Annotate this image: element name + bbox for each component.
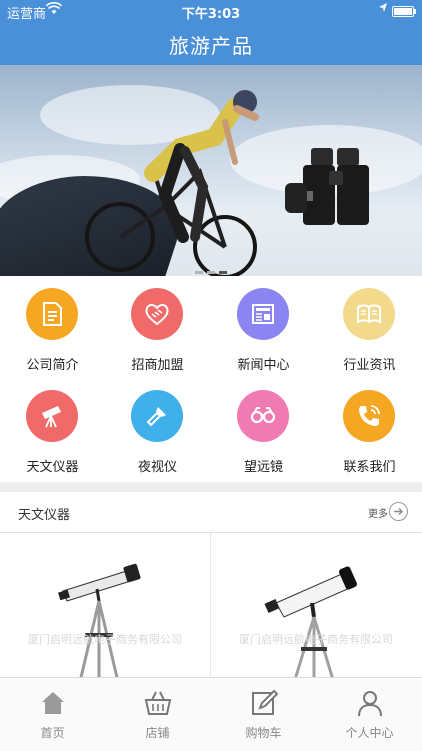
menu-item-franchise[interactable]: 招商加盟 — [105, 276, 210, 376]
tab-label: 店铺 — [145, 726, 170, 740]
carousel-dots[interactable] — [0, 259, 422, 276]
cyclist-image — [85, 90, 259, 276]
telescope-product-image — [58, 563, 141, 677]
arrow-right-icon[interactable] — [389, 502, 408, 521]
tab-label: 个人中心 — [345, 726, 394, 740]
home-icon — [39, 689, 67, 721]
category-menu: 公司简介 招商加盟 新闻中心 行业资讯 天文仪器 夜视仪 望远镜 联系我们 — [0, 276, 422, 482]
tab-cart[interactable]: 购物车 — [211, 678, 316, 751]
menu-item-industry-info[interactable]: 行业资讯 — [317, 276, 422, 376]
edit-icon — [250, 689, 279, 721]
menu-label: 新闻中心 — [237, 358, 290, 373]
menu-label: 联系我们 — [343, 460, 396, 475]
location-arrow-icon — [378, 2, 388, 18]
product-card[interactable]: 厦门启明远航电子商务有限公司 — [0, 533, 210, 677]
document-icon — [26, 288, 78, 340]
tab-home[interactable]: 首页 — [0, 678, 105, 751]
menu-item-contact[interactable]: 联系我们 — [317, 378, 422, 478]
tab-label: 首页 — [40, 726, 65, 740]
tab-profile[interactable]: 个人中心 — [317, 678, 422, 751]
carousel-dot[interactable] — [195, 271, 203, 274]
section-gap — [0, 482, 422, 492]
product-watermark: 厦门启明远航电子商务有限公司 — [28, 633, 182, 646]
menu-item-news[interactable]: 新闻中心 — [211, 276, 316, 376]
user-icon — [356, 689, 384, 721]
menu-label: 望远镜 — [243, 460, 283, 475]
newspaper-icon — [237, 288, 289, 340]
clock: 下午3:03 — [181, 7, 241, 22]
top-bar: 运营商 下午3:03 旅游产品 — [0, 0, 422, 65]
binoculars-icon — [237, 390, 289, 442]
more-link[interactable]: 更多 — [368, 505, 388, 520]
menu-item-company-intro[interactable]: 公司简介 — [0, 276, 105, 376]
product-divider — [210, 533, 211, 677]
banner-carousel[interactable] — [0, 65, 422, 276]
tab-label: 购物车 — [245, 726, 282, 740]
binoculars-image — [285, 148, 369, 225]
menu-label: 夜视仪 — [137, 460, 177, 475]
telescope-product-image — [264, 566, 357, 677]
section-title: 天文仪器 — [18, 508, 71, 523]
menu-label: 招商加盟 — [131, 358, 184, 373]
menu-label: 行业资讯 — [343, 358, 396, 373]
menu-item-binoculars[interactable]: 望远镜 — [211, 378, 316, 478]
menu-label: 公司简介 — [26, 358, 79, 373]
menu-label: 天文仪器 — [26, 460, 79, 475]
status-bar: 运营商 下午3:03 — [0, 0, 422, 22]
menu-item-night-vision[interactable]: 夜视仪 — [105, 378, 210, 478]
handshake-icon — [131, 288, 183, 340]
flashlight-icon — [131, 390, 183, 442]
telescope-icon — [26, 390, 78, 442]
battery-icon — [392, 6, 416, 17]
basket-icon — [144, 689, 172, 721]
product-watermark: 厦门启明远航电子商务有限公司 — [239, 633, 393, 646]
page-title: 旅游产品 — [169, 34, 253, 58]
section-header: 天文仪器 更多 — [0, 492, 422, 533]
menu-item-astronomy[interactable]: 天文仪器 — [0, 378, 105, 478]
product-card[interactable]: 厦门启明远航电子商务有限公司 — [211, 533, 421, 677]
product-grid: 厦门启明远航电子商务有限公司 厦门启明远航电子商务有限公司 — [0, 533, 422, 677]
tab-store[interactable]: 店铺 — [105, 678, 210, 751]
carousel-dot-active[interactable] — [219, 271, 227, 274]
carousel-dot[interactable] — [207, 271, 215, 274]
book-icon — [343, 288, 395, 340]
phone-icon — [343, 390, 395, 442]
tab-bar: 首页 店铺 购物车 个人中心 — [0, 677, 422, 751]
